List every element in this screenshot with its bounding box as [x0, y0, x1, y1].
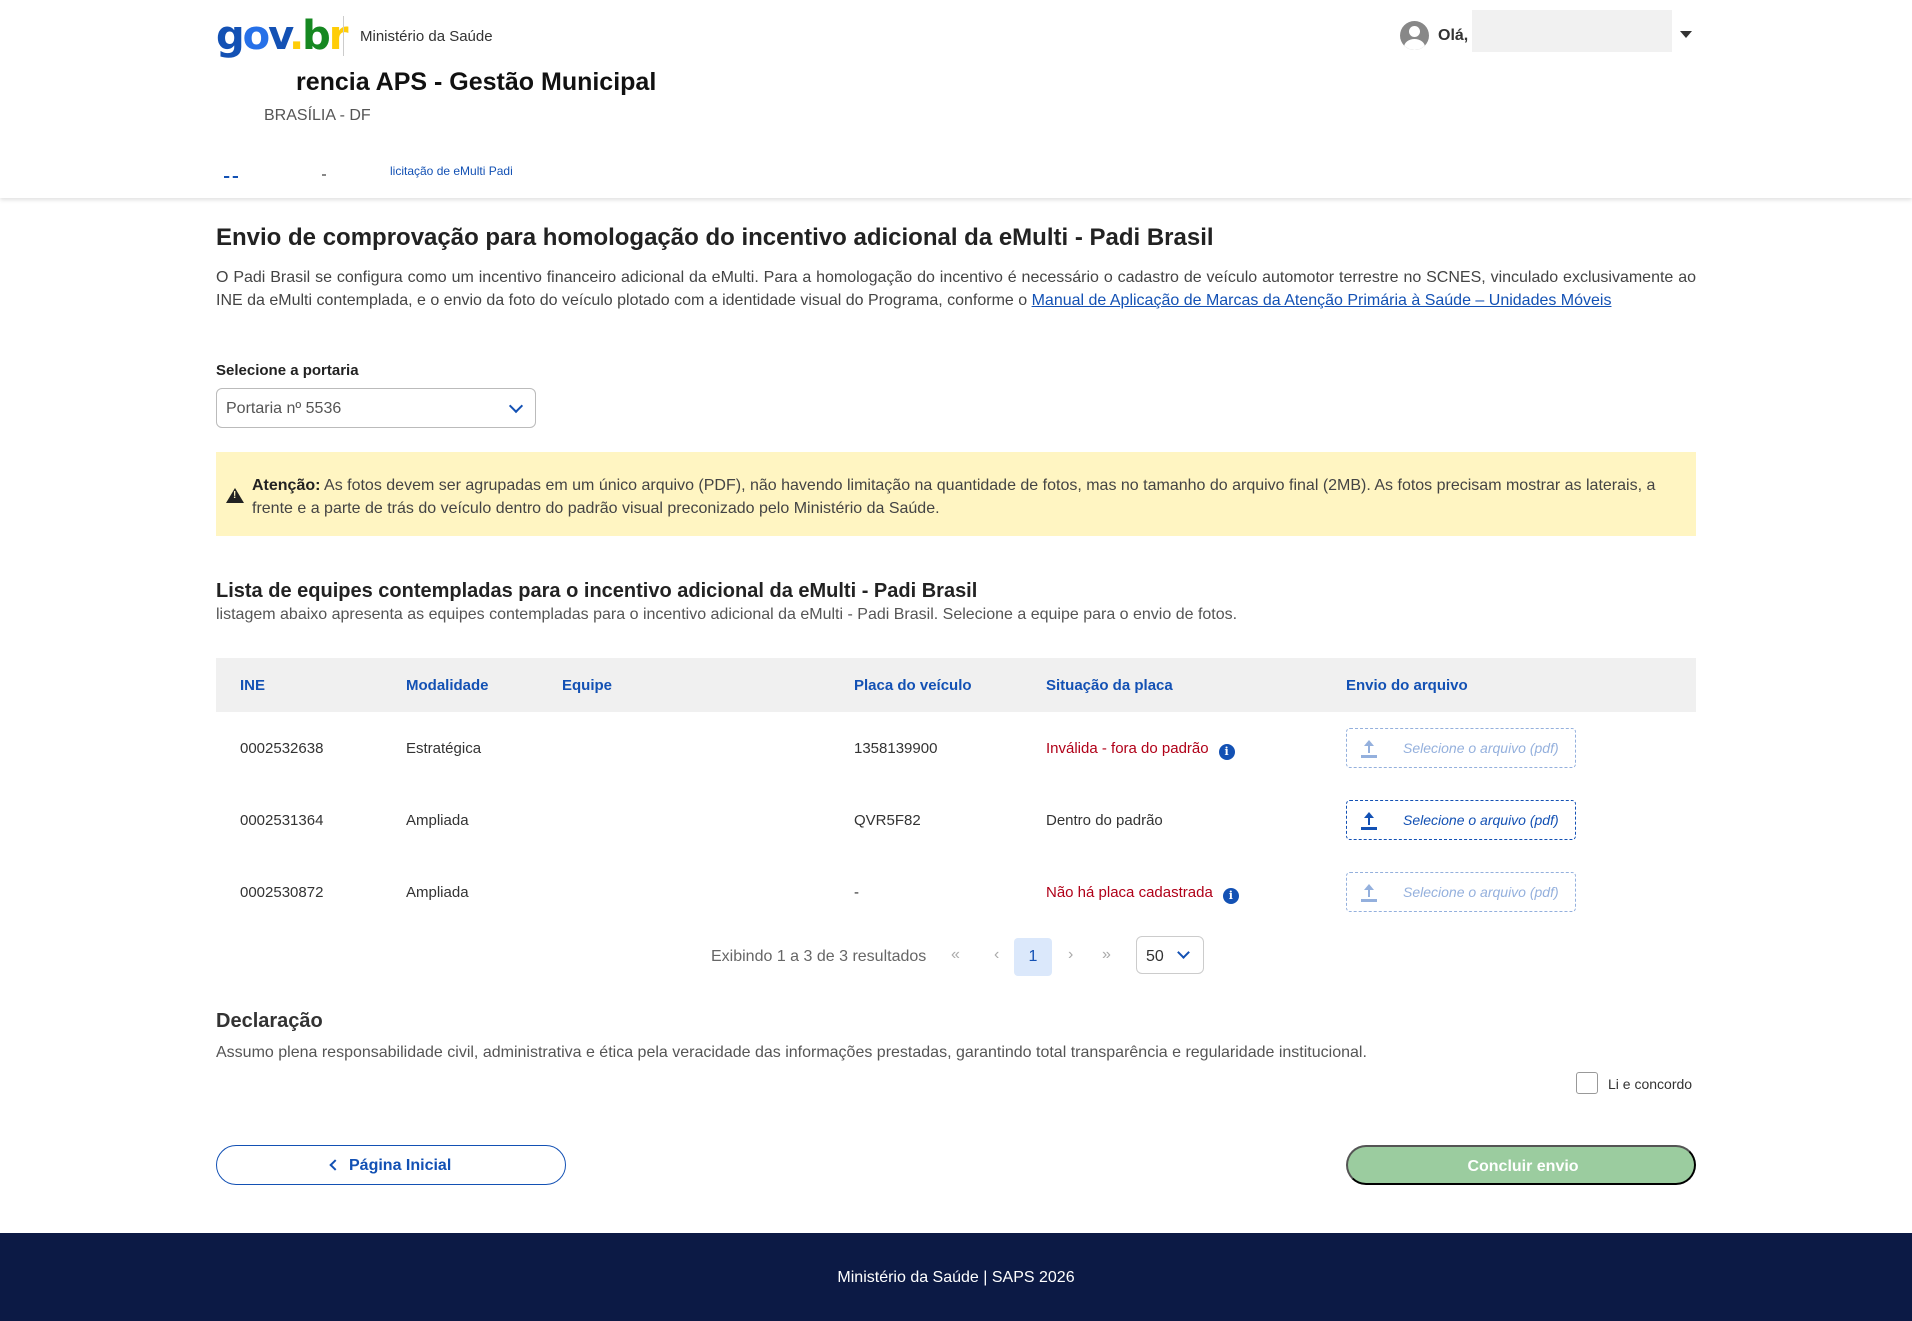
cell-situacao: Dentro do padrão: [1046, 812, 1163, 829]
table-header: INE Modalidade Equipe Placa do veículo S…: [216, 658, 1696, 712]
submit-button-label: Concluir envio: [1467, 1158, 1579, 1175]
manual-link[interactable]: Manual de Aplicação de Marcas da Atenção…: [1032, 292, 1612, 309]
cell-ine: 0002531364: [240, 812, 324, 829]
cell-situacao: Não há placa cadastrada i: [1046, 884, 1239, 904]
page-size-value: 50: [1146, 948, 1164, 965]
table-row[interactable]: 0002531364 Ampliada QVR5F82 Dentro do pa…: [216, 784, 1696, 856]
breadcrumb-home-icon[interactable]: [224, 176, 238, 178]
home-button[interactable]: Página Inicial: [216, 1145, 566, 1185]
warning-alert: Atenção: As fotos devem ser agrupadas em…: [216, 452, 1696, 536]
user-menu[interactable]: Olá,: [1400, 10, 1696, 52]
last-page-button[interactable]: »: [1102, 946, 1111, 964]
system-title: rencia APS - Gestão Municipal: [296, 68, 657, 96]
chevron-down-icon: [508, 398, 524, 414]
declaration-text: Assumo plena responsabilidade civil, adm…: [216, 1044, 1367, 1061]
cell-placa: 1358139900: [854, 740, 938, 757]
col-modalidade[interactable]: Modalidade: [406, 677, 489, 694]
cell-modalidade: Ampliada: [406, 884, 469, 901]
submit-button[interactable]: Concluir envio: [1346, 1145, 1696, 1185]
pagination-info: Exibindo 1 a 3 de 3 resultados: [711, 948, 927, 965]
cell-placa: -: [854, 884, 859, 901]
page-title: Envio de comprovação para homologação do…: [216, 224, 1214, 251]
upload-button[interactable]: Selecione o arquivo (pdf): [1346, 872, 1576, 912]
table-row[interactable]: 0002530872 Ampliada - Não há placa cadas…: [216, 856, 1696, 928]
upload-label: Selecione o arquivo (pdf): [1403, 812, 1559, 828]
cell-situacao: Inválida - fora do padrão i: [1046, 740, 1235, 760]
teams-table: INE Modalidade Equipe Placa do veículo S…: [216, 658, 1696, 928]
upload-icon: [1361, 884, 1379, 902]
cell-ine: 0002530872: [240, 884, 324, 901]
col-situacao[interactable]: Situação da placa: [1046, 677, 1173, 694]
greeting: Olá,: [1438, 27, 1469, 44]
upload-icon: [1361, 740, 1379, 758]
info-icon[interactable]: i: [1222, 888, 1239, 904]
ministry-name: Ministério da Saúde: [360, 28, 493, 45]
warning-icon: [226, 488, 244, 503]
col-envio: Envio do arquivo: [1346, 677, 1468, 694]
breadcrumb-current[interactable]: licitação de eMulti Padi: [390, 164, 513, 178]
info-icon[interactable]: i: [1218, 744, 1235, 760]
header-divider: [343, 16, 344, 56]
cell-modalidade: Estratégica: [406, 740, 482, 757]
upload-label: Selecione o arquivo (pdf): [1403, 884, 1559, 900]
list-title: Lista de equipes contempladas para o inc…: [216, 580, 978, 602]
intro-text: O Padi Brasil se configura como um incen…: [216, 269, 1696, 309]
cell-modalidade: Ampliada: [406, 812, 469, 829]
caret-down-icon[interactable]: [1680, 31, 1692, 38]
col-placa[interactable]: Placa do veículo: [854, 677, 972, 694]
chevron-down-icon: [1177, 946, 1190, 959]
username-redacted: [1472, 10, 1672, 52]
upload-button[interactable]: Selecione o arquivo (pdf): [1346, 800, 1576, 840]
first-page-button[interactable]: «: [951, 946, 960, 964]
upload-icon: [1361, 812, 1379, 830]
portaria-select[interactable]: Portaria nº 5536: [216, 388, 536, 428]
footer-text: Ministério da Saúde | SAPS 2026: [837, 1269, 1075, 1286]
declaration-title: Declaração: [216, 1010, 323, 1032]
breadcrumb-separator: [322, 174, 326, 176]
agree-label[interactable]: Li e concordo: [1608, 1076, 1692, 1092]
page-button-current[interactable]: 1: [1014, 938, 1052, 976]
col-ine[interactable]: INE: [240, 677, 265, 694]
govbr-logo[interactable]: gov.br: [216, 14, 348, 58]
col-equipe[interactable]: Equipe: [562, 677, 612, 694]
agree-checkbox[interactable]: Li e concordo: [1576, 1072, 1696, 1096]
checkbox-box[interactable]: [1576, 1072, 1598, 1094]
list-subtitle: listagem abaixo apresenta as equipes con…: [216, 606, 1238, 623]
prev-page-button[interactable]: ‹: [994, 946, 999, 964]
upload-button[interactable]: Selecione o arquivo (pdf): [1346, 728, 1576, 768]
chevron-left-icon: [329, 1159, 341, 1171]
location: BRASÍLIA - DF: [264, 107, 371, 124]
home-button-label: Página Inicial: [349, 1157, 452, 1174]
cell-placa: QVR5F82: [854, 812, 921, 829]
site-footer: Ministério da Saúde | SAPS 2026: [0, 1233, 1912, 1321]
alert-text: Atenção: As fotos devem ser agrupadas em…: [252, 477, 1656, 517]
avatar-icon: [1400, 21, 1429, 50]
portaria-value: Portaria nº 5536: [226, 400, 342, 417]
upload-label: Selecione o arquivo (pdf): [1403, 740, 1559, 756]
page-size-select[interactable]: 50: [1136, 936, 1204, 974]
table-row[interactable]: 0002532638 Estratégica 1358139900 Inváli…: [216, 712, 1696, 784]
site-header: gov.br Ministério da Saúde Olá, rencia A…: [0, 0, 1912, 198]
portaria-label: Selecione a portaria: [216, 362, 359, 379]
pagination: Exibindo 1 a 3 de 3 resultados « ‹ 1 › »…: [216, 936, 1696, 976]
cell-ine: 0002532638: [240, 740, 324, 757]
next-page-button[interactable]: ›: [1068, 946, 1073, 964]
